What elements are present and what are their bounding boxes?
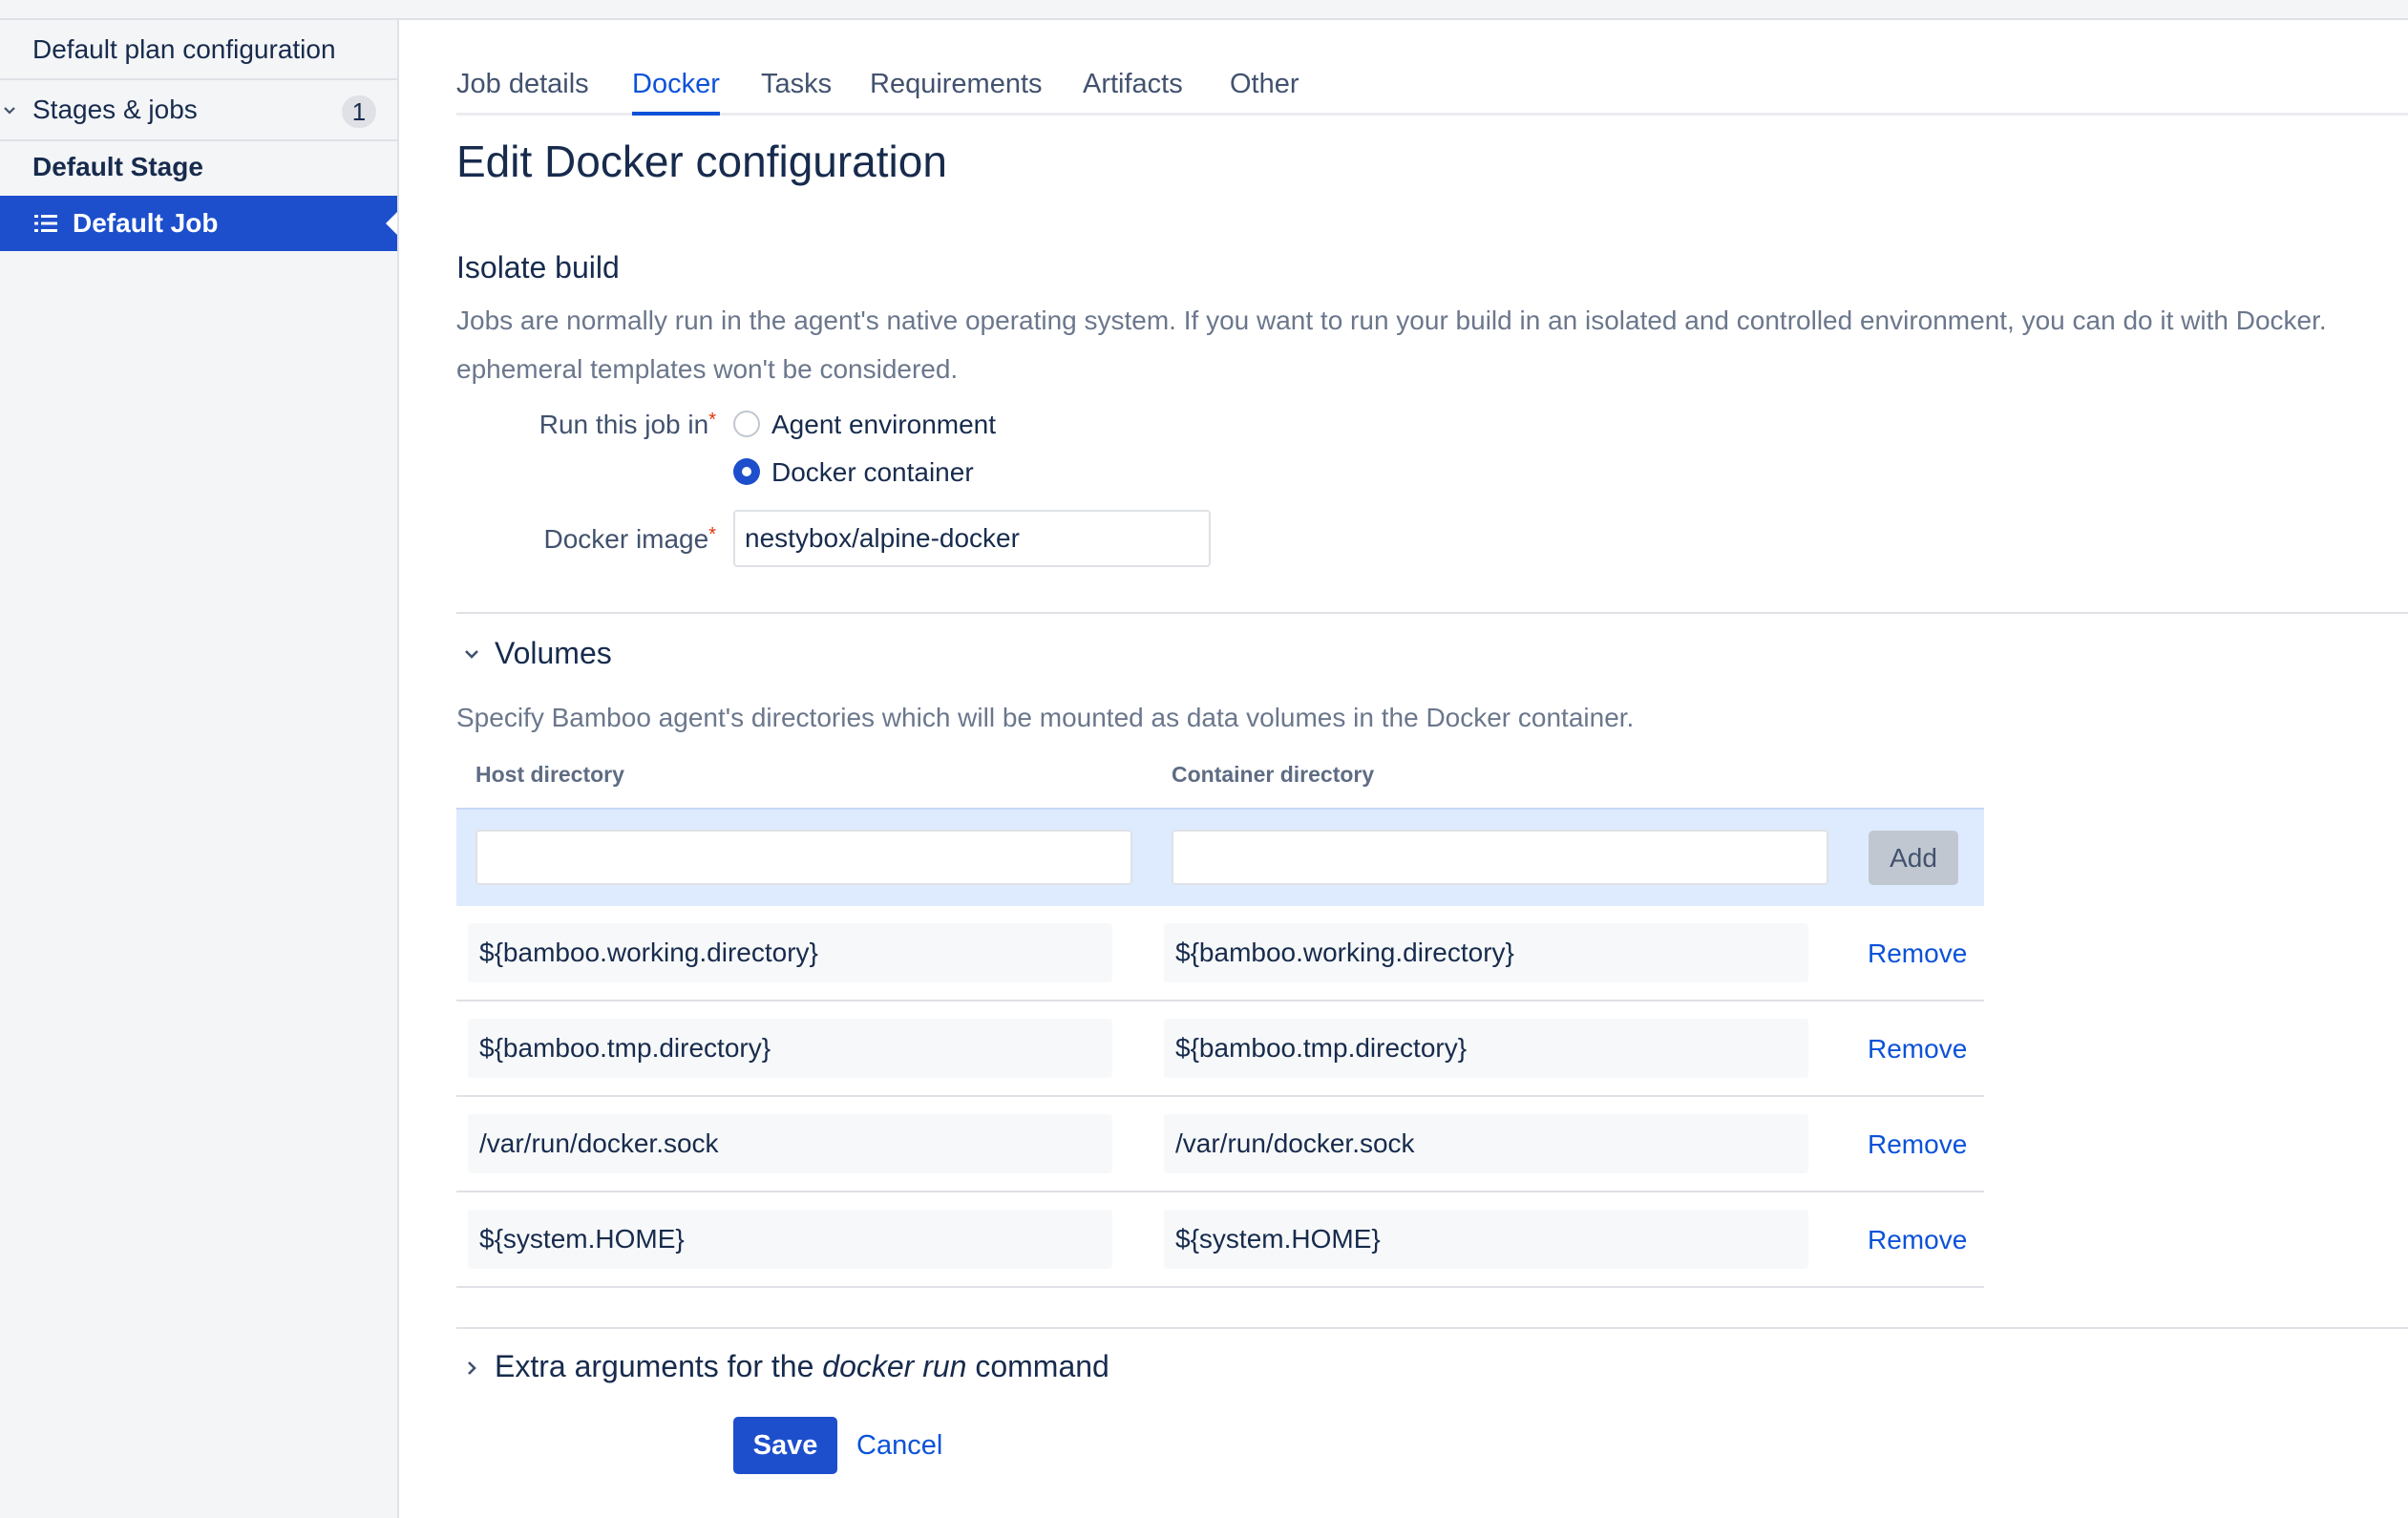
table-row: ${system.HOME} ${system.HOME} Remove (456, 1192, 1984, 1288)
agent-environment-radio[interactable] (733, 411, 760, 437)
host-directory-input[interactable] (475, 830, 1132, 885)
tab-other[interactable]: Other (1230, 69, 1299, 113)
cancel-link[interactable]: Cancel (856, 1430, 942, 1462)
top-bar (0, 0, 2408, 20)
sidebar: Default plan configuration Stages & jobs… (0, 20, 399, 1518)
docker-image-input[interactable] (733, 510, 1211, 567)
table-row: /var/run/docker.sock /var/run/docker.soc… (456, 1097, 1984, 1192)
tab-requirements[interactable]: Requirements (870, 69, 1043, 113)
agent-environment-label[interactable]: Agent environment (771, 410, 996, 440)
container-directory-input[interactable] (1172, 830, 1828, 885)
extra-arguments-heading[interactable]: Extra arguments for the docker run comma… (495, 1349, 1109, 1384)
docker-container-radio[interactable] (733, 458, 760, 485)
docker-container-label[interactable]: Docker container (771, 457, 974, 488)
container-directory-value: ${bamboo.tmp.directory} (1164, 1019, 1808, 1078)
list-icon (32, 210, 59, 237)
isolate-build-description-continued: ephemeral templates won't be considered. (456, 354, 959, 384)
sidebar-item-label: Default plan configuration (32, 33, 336, 64)
count-badge: 1 (342, 95, 376, 128)
tab-job-details[interactable]: Job details (456, 69, 589, 113)
sidebar-item-plan-configuration[interactable]: Default plan configuration (0, 20, 397, 80)
tab-docker[interactable]: Docker (632, 69, 720, 116)
section-divider (456, 1327, 2408, 1329)
remove-volume-link[interactable]: Remove (1868, 938, 1967, 969)
section-divider (456, 612, 2408, 614)
table-row: ${bamboo.tmp.directory} ${bamboo.tmp.dir… (456, 1001, 1984, 1097)
remove-volume-link[interactable]: Remove (1868, 1034, 1967, 1065)
host-directory-value: ${bamboo.tmp.directory} (468, 1019, 1112, 1078)
volumes-description: Specify Bamboo agent's directories which… (456, 703, 1635, 732)
isolate-build-description: Jobs are normally run in the agent's nat… (456, 306, 2327, 335)
sidebar-item-stages-jobs[interactable]: Stages & jobs 1 (0, 80, 397, 141)
host-directory-value: ${bamboo.working.directory} (468, 923, 1112, 982)
volumes-heading[interactable]: Volumes (495, 636, 612, 671)
sidebar-item-label: Default Stage (32, 151, 203, 181)
chevron-down-icon[interactable] (461, 643, 482, 664)
sidebar-item-default-stage[interactable]: Default Stage (0, 141, 397, 192)
chevron-down-icon[interactable] (0, 80, 19, 141)
docker-image-label: Docker image* (543, 524, 716, 554)
sidebar-item-default-job[interactable]: Default Job (0, 196, 397, 251)
required-mark: * (708, 410, 716, 431)
page-title: Edit Docker configuration (456, 137, 947, 186)
required-mark: * (708, 524, 716, 545)
host-directory-value: /var/run/docker.sock (468, 1114, 1112, 1173)
tab-tasks[interactable]: Tasks (761, 69, 832, 113)
sidebar-item-label: Stages & jobs (32, 95, 198, 124)
container-directory-value: /var/run/docker.sock (1164, 1114, 1808, 1173)
remove-volume-link[interactable]: Remove (1868, 1225, 1967, 1255)
container-directory-value: ${system.HOME} (1164, 1210, 1808, 1269)
container-directory-header: Container directory (1172, 762, 1375, 787)
run-job-in-label: Run this job in* (539, 410, 716, 439)
isolate-build-heading: Isolate build (456, 250, 620, 285)
host-directory-value: ${system.HOME} (468, 1210, 1112, 1269)
add-volume-button[interactable]: Add (1869, 831, 1958, 885)
host-directory-header: Host directory (475, 762, 624, 787)
chevron-right-icon[interactable] (461, 1358, 482, 1379)
tab-artifacts[interactable]: Artifacts (1083, 69, 1183, 113)
container-directory-value: ${bamboo.working.directory} (1164, 923, 1808, 982)
tab-bar: Job details Docker Tasks Requirements Ar… (456, 57, 2408, 116)
sidebar-item-label: Default Job (73, 208, 219, 238)
table-row: ${bamboo.working.directory} ${bamboo.wor… (456, 906, 1984, 1001)
remove-volume-link[interactable]: Remove (1868, 1129, 1967, 1160)
save-button[interactable]: Save (733, 1417, 837, 1474)
active-indicator (386, 212, 397, 235)
